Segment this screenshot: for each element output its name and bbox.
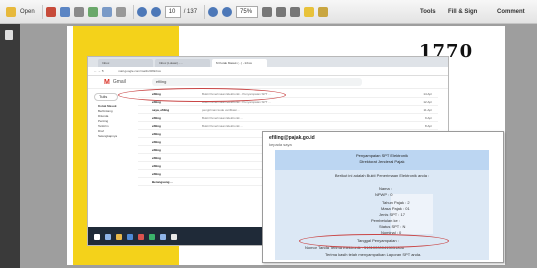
mail-sender: saya, efiling bbox=[152, 107, 170, 112]
comment-button[interactable]: Comment bbox=[497, 0, 525, 24]
receipt-header: Penyampaian SPT Elektronik Direktorat Je… bbox=[275, 150, 489, 170]
acrobat-toolbar: Open 10 / 137 75% Tools Fill & Sign Comm… bbox=[0, 0, 537, 24]
fit-page-icon[interactable] bbox=[262, 6, 273, 17]
gmail-m-icon: M bbox=[104, 78, 110, 86]
mail-subject: Bukti Penerimaan Elektronik ... bbox=[202, 115, 244, 120]
mail-date: 14 Apr bbox=[423, 91, 432, 96]
open-label: Open bbox=[20, 8, 35, 15]
sign-icon[interactable] bbox=[318, 6, 329, 17]
mail-date: 8 Apr bbox=[424, 123, 432, 128]
mail-sender: efiling bbox=[152, 171, 161, 176]
sidebar-item: Selengkapnya bbox=[98, 134, 118, 138]
receipt-intro: Berikut ini adalah Bukti Penerimaan Elek… bbox=[334, 173, 430, 178]
highlight-ellipse bbox=[299, 234, 449, 248]
prev-page-icon[interactable] bbox=[136, 6, 147, 17]
mail-sender: efiling bbox=[152, 147, 161, 152]
create-pdf-icon[interactable] bbox=[45, 6, 56, 17]
mail-sender: efiling bbox=[152, 163, 161, 168]
fax-icon[interactable] bbox=[115, 6, 126, 17]
read-mode-icon[interactable] bbox=[290, 6, 301, 17]
receipt-header-line2: Direktorat Jenderal Pajak bbox=[359, 159, 405, 164]
email-from: efiling@pajak.go.id bbox=[269, 135, 315, 141]
gmail-name: Gmail bbox=[112, 79, 126, 85]
page-number-input[interactable]: 10 bbox=[164, 5, 181, 18]
zoom-out-icon[interactable] bbox=[208, 6, 219, 17]
page-thumbnails-icon[interactable] bbox=[5, 30, 13, 40]
gmail-logo: M Gmail bbox=[104, 79, 126, 86]
next-page-icon[interactable] bbox=[150, 6, 161, 17]
mail-row: efiling Bukti Penerimaan Elektronik ... 8 … bbox=[138, 122, 438, 130]
browser-tab: M Kotak Masuk (...) - Inbox bbox=[212, 59, 267, 67]
email-to: kepada saya bbox=[269, 142, 292, 147]
email-icon[interactable] bbox=[101, 6, 112, 17]
taskbar-app-icon bbox=[160, 234, 166, 240]
comment-icon[interactable] bbox=[304, 6, 315, 17]
receipt-thanks: Terima kasih telah menyampaikan Laporan … bbox=[325, 252, 422, 257]
pdf-page: 1770 Inbox Inbox (Lokasi) - ... M Kotak … bbox=[67, 26, 505, 265]
fill-sign-button[interactable]: Fill & Sign bbox=[448, 0, 477, 24]
folder-icon bbox=[6, 6, 16, 17]
taskbar-app-icon bbox=[138, 234, 144, 240]
mail-sender: efiling bbox=[152, 115, 161, 120]
gmail-header: M Gmail efiling bbox=[88, 76, 448, 89]
save-icon[interactable] bbox=[59, 6, 70, 17]
mail-sender: Berangsung ... bbox=[152, 179, 173, 184]
mail-subject: Bukti Penerimaan Elektronik ... bbox=[202, 123, 244, 128]
mail-subject: pengiriman kode verifikasi ... bbox=[202, 107, 241, 112]
gmail-search: efiling bbox=[151, 78, 362, 86]
mail-sender: efiling bbox=[152, 131, 161, 136]
navigation-pane bbox=[0, 24, 20, 268]
browser-tab: Inbox (Lokasi) - ... bbox=[155, 59, 210, 67]
receipt-field: NPWP : 0 bbox=[375, 192, 393, 197]
browser-tabs: Inbox Inbox (Lokasi) - ... M Kotak Masuk… bbox=[88, 57, 448, 67]
browser-tab: Inbox bbox=[98, 59, 153, 67]
mail-sender: efiling bbox=[152, 139, 161, 144]
gmail-sidebar: Tulis Kotak Masuk Berbintang Ditunda Pen… bbox=[88, 89, 136, 227]
mail-sender: efiling bbox=[152, 155, 161, 160]
page-total: / 137 bbox=[183, 8, 198, 15]
share-icon[interactable] bbox=[87, 6, 98, 17]
tools-button[interactable]: Tools bbox=[420, 0, 436, 24]
taskbar-app-icon bbox=[127, 234, 133, 240]
mail-row: saya, efiling pengiriman kode verifikasi … bbox=[138, 106, 438, 114]
open-button[interactable]: Open bbox=[6, 4, 35, 20]
mail-date: 9 Apr bbox=[424, 115, 432, 120]
mail-date: 11 Apr bbox=[423, 107, 432, 112]
url-text: mail.google.com/mail/u/0/#inbox bbox=[118, 69, 162, 73]
taskbar-app-icon bbox=[116, 234, 122, 240]
mail-row: efiling Bukti Penerimaan Elektronik ... 9 … bbox=[138, 114, 438, 122]
highlight-ellipse bbox=[118, 88, 286, 102]
zoom-in-icon[interactable] bbox=[222, 6, 233, 17]
compose-button: Tulis bbox=[94, 93, 118, 101]
address-bar: ← → ↻ mail.google.com/mail/u/0/#inbox bbox=[88, 67, 448, 76]
taskbar-app-icon bbox=[105, 234, 111, 240]
fit-width-icon[interactable] bbox=[276, 6, 287, 17]
toolbar-divider bbox=[204, 4, 206, 19]
mail-sender: efiling bbox=[152, 123, 161, 128]
windows-start-icon bbox=[94, 234, 100, 240]
mail-date: 12 Apr bbox=[423, 99, 432, 104]
document-area: 1770 Inbox Inbox (Lokasi) - ... M Kotak … bbox=[20, 24, 537, 268]
taskbar-app-icon bbox=[171, 234, 177, 240]
toolbar-divider bbox=[132, 4, 134, 19]
zoom-input[interactable]: 75% bbox=[236, 5, 259, 18]
taskbar-app-icon bbox=[149, 234, 155, 240]
nav-arrows-icon: ← → ↻ bbox=[94, 69, 105, 73]
print-icon[interactable] bbox=[73, 6, 84, 17]
toolbar-divider bbox=[41, 4, 43, 19]
